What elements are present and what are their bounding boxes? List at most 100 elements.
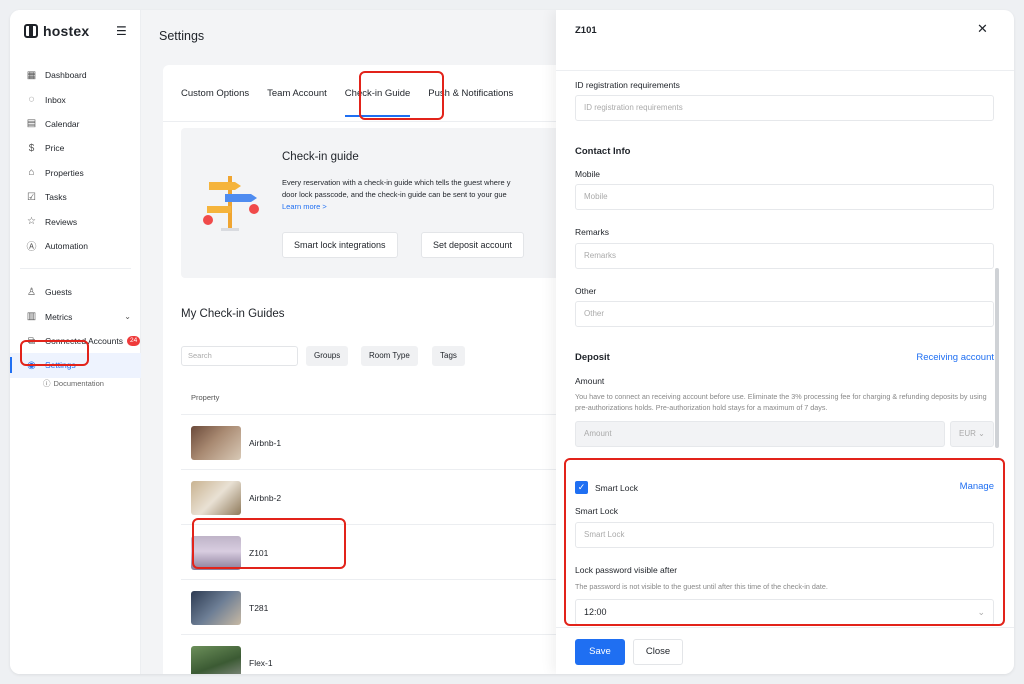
close-icon[interactable]: ✕ <box>977 21 988 37</box>
notification-badge: 24 <box>126 336 141 347</box>
sidebar-item-dashboard[interactable]: ▦ Dashboard <box>10 63 141 87</box>
sidebar-item-label: Settings <box>45 360 76 371</box>
sidebar-item-settings[interactable]: ◉ Settings <box>10 353 141 378</box>
sidebar-item-inbox[interactable]: ◌ Inbox <box>10 87 141 111</box>
lock-time-select[interactable]: 12:00 ⌄ <box>575 599 994 625</box>
sidebar-item-label: Price <box>45 143 65 154</box>
info-icon: ⓘ <box>43 379 51 388</box>
smart-lock-select[interactable]: Smart Lock <box>575 522 994 548</box>
hostex-logo-icon <box>24 24 38 38</box>
tab-custom-options[interactable]: Custom Options <box>181 85 249 117</box>
sidebar-item-label: Reviews <box>45 216 78 227</box>
smart-lock-checkbox-label: Smart Lock <box>595 483 638 493</box>
property-thumbnail <box>191 591 241 625</box>
id-requirements-label: ID registration requirements <box>575 80 680 90</box>
set-deposit-account-button[interactable]: Set deposit account <box>421 232 525 258</box>
drawer-footer-divider <box>556 627 1014 628</box>
mobile-input[interactable]: Mobile <box>575 184 994 210</box>
chart-icon: ▥ <box>26 311 37 323</box>
sidebar-item-label: Metrics <box>45 311 73 322</box>
sidebar-item-label: Properties <box>45 167 84 178</box>
mobile-label: Mobile <box>575 169 601 179</box>
tab-team-account[interactable]: Team Account <box>267 85 327 117</box>
sidebar-item-reviews[interactable]: ☆ Reviews <box>10 209 141 233</box>
table-row[interactable]: Flex-1 <box>181 634 583 674</box>
table-row[interactable]: Airbnb-2 <box>181 469 583 524</box>
property-name: T281 <box>249 603 269 613</box>
column-header-property: Property <box>191 393 220 402</box>
manage-link[interactable]: Manage <box>960 481 994 492</box>
learn-more-link[interactable]: Learn more > <box>282 202 327 211</box>
grid-icon: ▦ <box>26 69 37 81</box>
automation-icon: Ⓐ <box>26 242 37 254</box>
documentation-label: Documentation <box>53 379 104 388</box>
currency-select[interactable]: EUR ⌄ <box>950 421 994 447</box>
tags-filter[interactable]: Tags <box>432 346 465 366</box>
drawer-title: Z101 <box>575 25 597 36</box>
chevron-down-icon: ⌄ <box>978 429 985 438</box>
guide-desc-line: Every reservation with a check-in guide … <box>282 178 511 187</box>
sidebar: hostex ☰ ▦ Dashboard ◌ Inbox ▤ Calendar $ Pr… <box>10 10 141 674</box>
chat-icon: ◌ <box>28 94 35 106</box>
settings-panel: Custom Options Team Account Check-in Gui… <box>163 65 583 674</box>
guide-title: Check-in guide <box>282 151 359 163</box>
sidebar-item-label: Connected Accounts <box>45 336 123 347</box>
contact-info-heading: Contact Info <box>575 146 631 157</box>
edit-guide-drawer: Z101 ✕ ID registration requirements ID r… <box>556 10 1014 674</box>
close-button[interactable]: Close <box>633 639 683 665</box>
tab-push-notifications[interactable]: Push & Notifications <box>428 85 513 117</box>
calendar-icon: ▤ <box>26 118 37 130</box>
sidebar-item-label: Calendar <box>45 118 80 129</box>
search-input[interactable]: Search <box>181 346 298 366</box>
sidebar-item-label: Guests <box>45 287 72 298</box>
smart-lock-checkbox[interactable]: ✓ <box>575 481 588 494</box>
property-name: Airbnb-1 <box>249 438 282 448</box>
sidebar-item-guests[interactable]: ♙ Guests <box>10 280 141 304</box>
room-type-filter[interactable]: Room Type <box>361 346 418 366</box>
remarks-textarea[interactable]: Remarks <box>575 243 994 269</box>
guide-description: Every reservation with a check-in guide … <box>282 177 582 201</box>
tabs-divider <box>163 121 583 122</box>
sidebar-item-price[interactable]: $ Price <box>10 136 141 160</box>
sidebar-item-properties[interactable]: ⌂ Properties <box>10 161 141 185</box>
groups-filter[interactable]: Groups <box>306 346 349 366</box>
sidebar-item-calendar[interactable]: ▤ Calendar <box>10 112 141 136</box>
drawer-scrollbar[interactable] <box>995 268 999 448</box>
signpost-illustration <box>203 176 259 231</box>
other-label: Other <box>575 286 597 296</box>
logo[interactable]: hostex <box>24 23 89 39</box>
brand-name: hostex <box>43 23 90 39</box>
receiving-account-link[interactable]: Receiving account <box>916 352 994 363</box>
network-icon: ⧉ <box>27 335 36 347</box>
table-row[interactable]: Airbnb-1 <box>181 414 583 469</box>
settings-icon: ◉ <box>27 359 36 371</box>
save-button[interactable]: Save <box>575 639 625 665</box>
smart-lock-integrations-button[interactable]: Smart lock integrations <box>282 232 398 258</box>
property-thumbnail <box>191 481 241 515</box>
id-requirements-input[interactable]: ID registration requirements <box>575 95 994 121</box>
app-window: hostex ☰ ▦ Dashboard ◌ Inbox ▤ Calendar $ Pr… <box>10 10 1014 674</box>
sidebar-nav: ▦ Dashboard ◌ Inbox ▤ Calendar $ Price ⌂ Prop… <box>10 63 141 378</box>
table-row[interactable]: T281 <box>181 579 583 634</box>
check-in-guide-card: Check-in guide Every reservation with a … <box>181 128 583 278</box>
house-icon: ⌂ <box>28 167 35 179</box>
star-icon: ☆ <box>27 216 36 228</box>
lock-time-value: 12:00 <box>584 607 607 617</box>
collapse-sidebar-icon[interactable]: ☰ <box>116 24 127 38</box>
other-input[interactable]: Other <box>575 301 994 327</box>
table-row[interactable]: Z101 <box>181 524 583 579</box>
settings-tabs: Custom Options Team Account Check-in Gui… <box>181 85 531 117</box>
documentation-link[interactable]: ⓘ Documentation <box>43 378 104 389</box>
sidebar-item-metrics[interactable]: ▥ Metrics ⌄ <box>10 305 141 329</box>
tab-check-in-guide[interactable]: Check-in Guide <box>344 85 411 117</box>
checkbox-icon: ☑ <box>27 191 36 203</box>
sidebar-item-automation[interactable]: Ⓐ Automation <box>10 234 141 258</box>
remarks-label: Remarks <box>575 227 610 237</box>
sidebar-item-label: Dashboard <box>45 70 87 81</box>
smart-lock-label: Smart Lock <box>575 506 618 516</box>
amount-help-text: You have to connect an receiving account… <box>575 392 987 412</box>
amount-input[interactable]: Amount <box>575 421 945 447</box>
guide-desc-line: door lock passcode, and the check-in gui… <box>282 190 507 199</box>
sidebar-item-tasks[interactable]: ☑ Tasks <box>10 185 141 209</box>
sidebar-item-connected-accounts[interactable]: ⧉ Connected Accounts 24 <box>10 329 141 353</box>
